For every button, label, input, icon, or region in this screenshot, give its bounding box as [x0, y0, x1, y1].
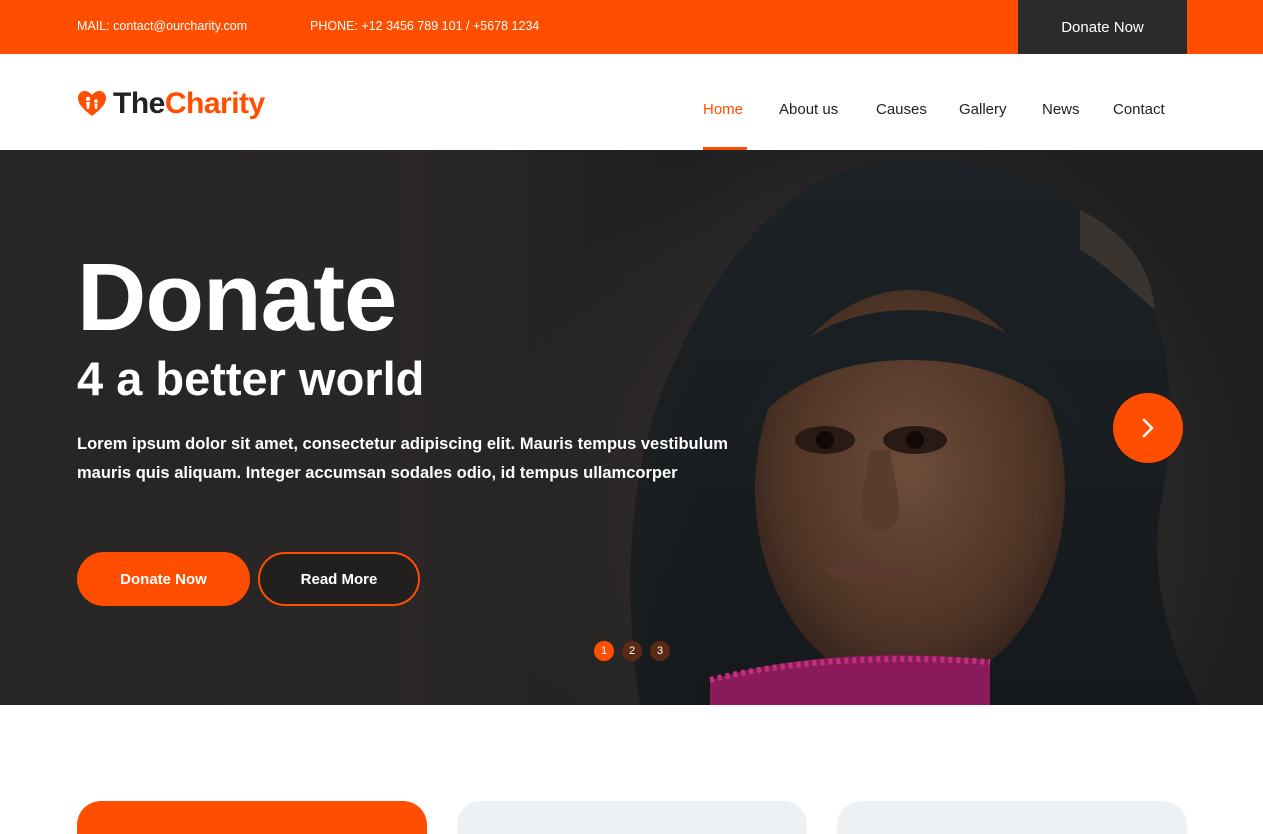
nav-item-home[interactable]: Home	[703, 101, 743, 118]
nav-item-about[interactable]: About us	[779, 101, 838, 118]
top-bar: MAIL: contact@ourcharity.com PHONE: +12 …	[0, 0, 1263, 54]
heart-hands-icon	[78, 91, 106, 116]
contact-email[interactable]: MAIL: contact@ourcharity.com	[77, 19, 247, 33]
nav-item-causes[interactable]: Causes	[876, 101, 927, 118]
donate-now-button[interactable]: Donate Now	[77, 552, 250, 606]
slider-dot-1[interactable]: 1	[594, 641, 614, 661]
hero-subtitle: 4 a better world	[77, 352, 425, 405]
site-header: TheCharity Home About us Causes Gallery …	[0, 54, 1263, 150]
feature-card-3	[837, 801, 1187, 834]
chevron-right-icon	[1142, 418, 1154, 438]
nav-item-contact[interactable]: Contact	[1113, 101, 1165, 118]
nav-item-gallery[interactable]: Gallery	[959, 101, 1007, 118]
hero-description: Lorem ipsum dolor sit amet, consectetur …	[77, 435, 728, 482]
slider-pagination: 1 2 3	[594, 641, 670, 661]
feature-card-2	[457, 801, 807, 834]
brand-name-part1: The	[113, 87, 165, 120]
brand-name: TheCharity	[113, 87, 265, 121]
hero-slider: Donate 4 a better world Lorem ipsum dolo…	[0, 150, 1263, 705]
nav-item-news[interactable]: News	[1042, 101, 1080, 118]
read-more-button[interactable]: Read More	[258, 552, 420, 606]
brand-name-part2: Charity	[164, 87, 265, 120]
feature-card-1	[77, 801, 427, 834]
hero-title: Donate	[77, 244, 397, 351]
slider-dot-3[interactable]: 3	[650, 641, 670, 661]
hero-overlay	[0, 150, 700, 705]
contact-phone[interactable]: PHONE: +12 3456 789 101 / +5678 1234	[310, 19, 539, 33]
slider-next-button[interactable]	[1113, 393, 1183, 463]
donate-now-top-button[interactable]: Donate Now	[1018, 0, 1187, 54]
logo[interactable]: TheCharity	[77, 87, 265, 121]
slider-dot-2[interactable]: 2	[622, 641, 642, 661]
